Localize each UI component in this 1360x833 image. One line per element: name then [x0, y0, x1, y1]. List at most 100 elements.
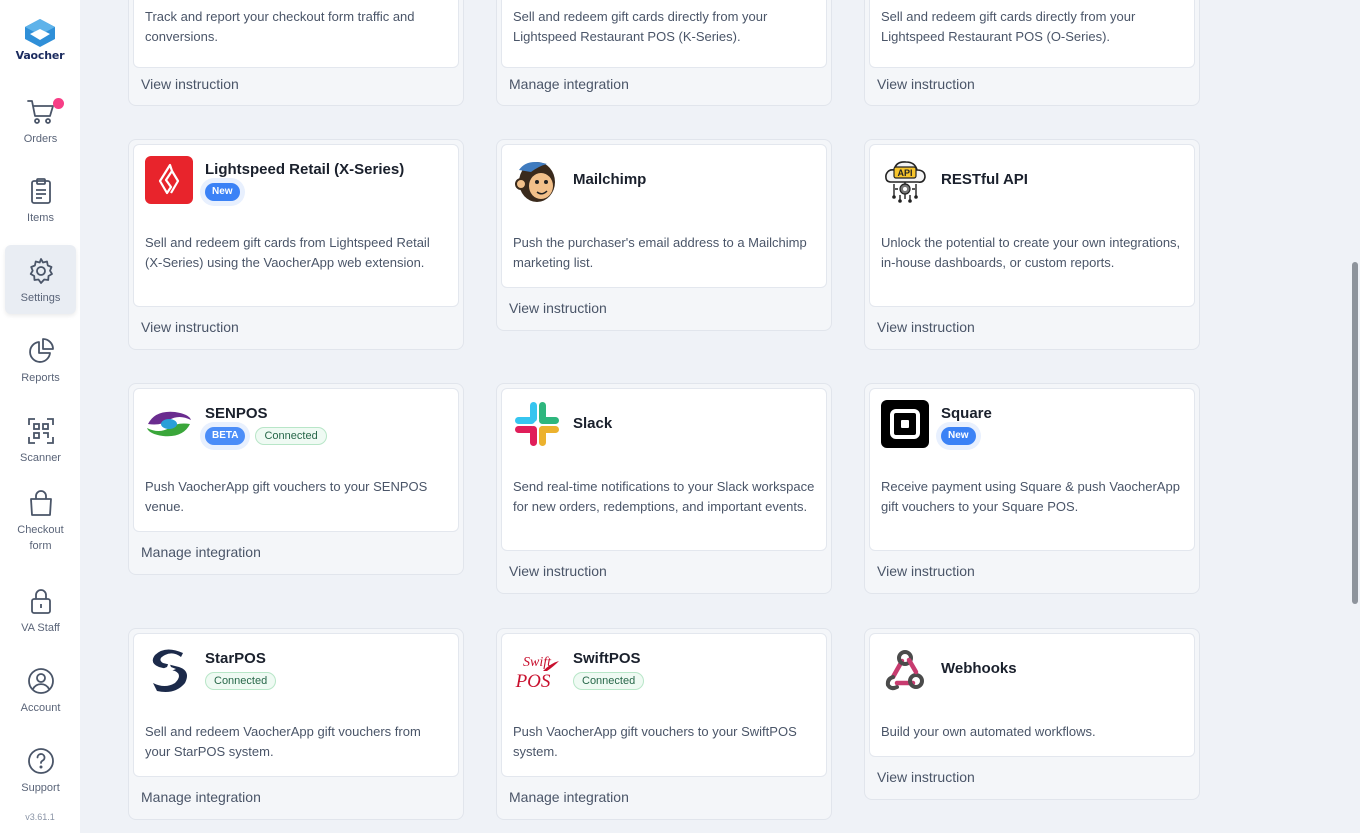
integration-description: Push VaocherApp gift vouchers to your SE… — [145, 479, 428, 514]
sidebar-item-orders[interactable]: Orders — [5, 98, 76, 146]
connected-badge: Connected — [255, 427, 327, 445]
view-instruction-link[interactable]: View instruction — [877, 76, 975, 92]
integration-card-lightspeed-retail: Lightspeed Retail (X-Series) New Sell an… — [128, 139, 464, 350]
connected-badge: Connected — [205, 672, 277, 690]
mailchimp-monkey-icon — [515, 162, 555, 202]
new-badge: New — [205, 183, 240, 201]
manage-integration-link[interactable]: Manage integration — [509, 76, 629, 92]
manage-integration-link[interactable]: Manage integration — [509, 789, 629, 805]
integration-description: Sell and redeem gift cards directly from… — [881, 9, 1136, 44]
logo-text: Vaocher — [15, 49, 65, 62]
sidebar-item-checkout-form[interactable]: Checkout form — [5, 489, 76, 553]
pie-chart-icon — [28, 338, 54, 363]
gear-icon — [29, 258, 53, 284]
integration-description: Sell and redeem gift cards from Lightspe… — [145, 235, 430, 270]
square-logo — [881, 400, 929, 448]
qr-scan-icon — [27, 418, 54, 444]
integration-title: SENPOS — [205, 405, 268, 422]
integration-description: Build your own automated workflows. — [881, 724, 1096, 739]
view-instruction-link[interactable]: View instruction — [509, 563, 607, 579]
senpos-logo — [145, 400, 193, 448]
view-instruction-link[interactable]: View instruction — [877, 769, 975, 785]
swiftpos-logo-icon: Swift POS — [515, 655, 559, 692]
sidebar-item-label: Items — [27, 212, 54, 224]
integration-title: RESTful API — [941, 171, 1028, 188]
integration-title: Lightspeed Retail (X-Series) — [205, 161, 405, 178]
manage-integration-link[interactable]: Manage integration — [141, 789, 261, 805]
user-circle-icon — [27, 668, 54, 694]
integration-card-starpos: StarPOS Connected Sell and redeem Vaoche… — [128, 628, 464, 820]
slack-logo — [513, 400, 561, 448]
webhook-icon — [885, 650, 924, 691]
sidebar-item-label: Settings — [20, 292, 61, 304]
integration-card-swiftpos: Swift POS SwiftPOS Connected Push Vaoche… — [496, 628, 832, 820]
sidebar-item-label: Account — [20, 702, 61, 714]
sidebar-item-label: VA Staff — [21, 622, 60, 634]
integration-description: Unlock the potential to create your own … — [881, 235, 1181, 270]
vaocher-logo-icon — [25, 19, 55, 47]
sidebar-item-label: Scanner — [20, 452, 61, 464]
integration-card-webhooks: Webhooks Build your own automated workfl… — [864, 628, 1200, 800]
sidebar-item-scanner[interactable]: Scanner — [5, 417, 76, 465]
integration-title: Square — [941, 405, 992, 422]
mailchimp-logo — [513, 156, 561, 204]
cart-icon — [26, 100, 54, 124]
sidebar-item-support[interactable]: Support — [5, 747, 76, 795]
sidebar-item-account[interactable]: Account — [5, 667, 76, 715]
lightspeed-flame-icon — [145, 156, 193, 204]
integration-title: StarPOS — [205, 650, 266, 667]
slack-hash-icon — [515, 402, 559, 446]
beta-badge: BETA — [205, 427, 246, 445]
integration-title: Slack — [573, 415, 613, 432]
vaocher-logo[interactable]: Vaocher — [0, 18, 80, 62]
view-instruction-link[interactable]: View instruction — [509, 300, 607, 316]
integration-description: Send real-time notifications to your Sla… — [513, 479, 815, 514]
help-circle-icon — [27, 748, 54, 774]
starpos-s-icon — [152, 649, 187, 692]
sidebar: Vaocher Orders Items Settings Reports Sc… — [0, 0, 80, 833]
integration-description: Push the purchaser's email address to a … — [513, 235, 807, 270]
integration-card-checkout-analytics: Track and report your checkout form traf… — [128, 0, 464, 106]
integration-card-mailchimp: Mailchimp Push the purchaser's email add… — [496, 139, 832, 331]
sidebar-item-label: Reports — [21, 372, 60, 384]
starpos-logo — [145, 645, 193, 693]
sidebar-item-va-staff[interactable]: VA Staff — [5, 587, 76, 635]
sidebar-item-reports[interactable]: Reports — [5, 337, 76, 385]
integration-description: Sell and redeem VaocherApp gift vouchers… — [145, 724, 421, 759]
restful-api-logo: API — [881, 156, 929, 204]
integration-description: Receive payment using Square & push Vaoc… — [881, 479, 1180, 514]
sidebar-item-items[interactable]: Items — [5, 177, 76, 225]
square-logo-icon — [881, 400, 929, 448]
integration-title: Mailchimp — [573, 171, 647, 188]
view-instruction-link[interactable]: View instruction — [141, 319, 239, 335]
view-instruction-link[interactable]: View instruction — [141, 76, 239, 92]
bag-icon — [29, 490, 52, 516]
sidebar-item-settings[interactable]: Settings — [5, 245, 76, 314]
scrollbar-thumb[interactable] — [1352, 262, 1358, 604]
integration-card-restful-api: API RESTful API Unlock the potential to … — [864, 139, 1200, 350]
lightspeed-logo — [145, 156, 193, 204]
scrollbar-track[interactable] — [1350, 0, 1360, 833]
app-version: v3.61.1 — [25, 812, 55, 822]
connected-badge: Connected — [573, 672, 645, 690]
integration-card-lightspeed-k-series: Sell and redeem gift cards directly from… — [496, 0, 832, 106]
orders-notification-badge — [53, 98, 64, 109]
swiftpos-logo: Swift POS — [513, 645, 561, 693]
clipboard-icon — [30, 178, 51, 204]
api-logo-text: API — [897, 168, 912, 178]
lock-icon — [30, 589, 51, 614]
sidebar-item-label: Support — [21, 782, 60, 794]
new-badge: New — [941, 427, 976, 445]
sidebar-item-label: Checkout form — [17, 524, 64, 552]
integration-card-lightspeed-o-series: Sell and redeem gift cards directly from… — [864, 0, 1200, 106]
view-instruction-link[interactable]: View instruction — [877, 563, 975, 579]
swiftpos-logo-text-2: POS — [515, 671, 551, 692]
sidebar-item-label: Orders — [23, 133, 58, 145]
webhooks-logo — [881, 645, 929, 693]
integration-title: Webhooks — [941, 660, 1017, 677]
senpos-swirl-icon — [147, 411, 191, 437]
manage-integration-link[interactable]: Manage integration — [141, 544, 261, 560]
integration-title: SwiftPOS — [573, 650, 641, 667]
api-cloud-icon: API — [885, 161, 926, 203]
view-instruction-link[interactable]: View instruction — [877, 319, 975, 335]
